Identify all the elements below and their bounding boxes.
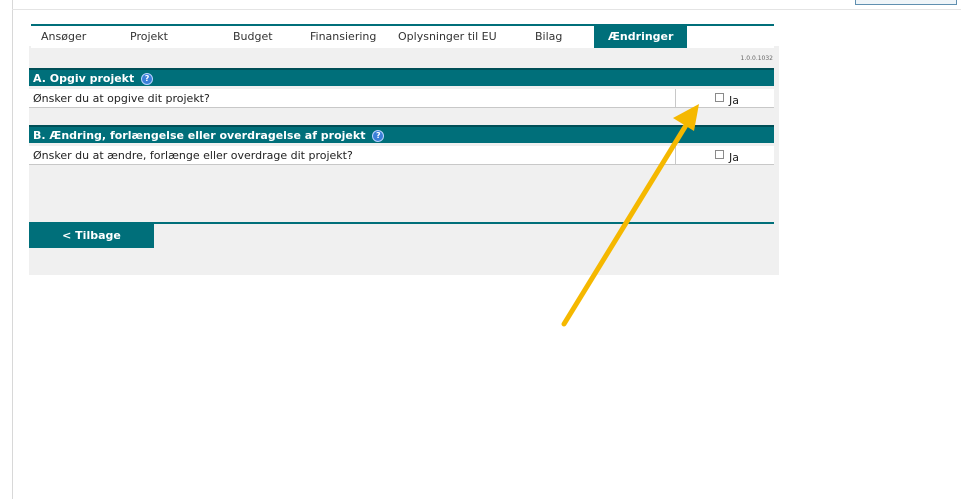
annotation-arrow	[561, 104, 699, 327]
arrow-shaft	[561, 119, 691, 327]
